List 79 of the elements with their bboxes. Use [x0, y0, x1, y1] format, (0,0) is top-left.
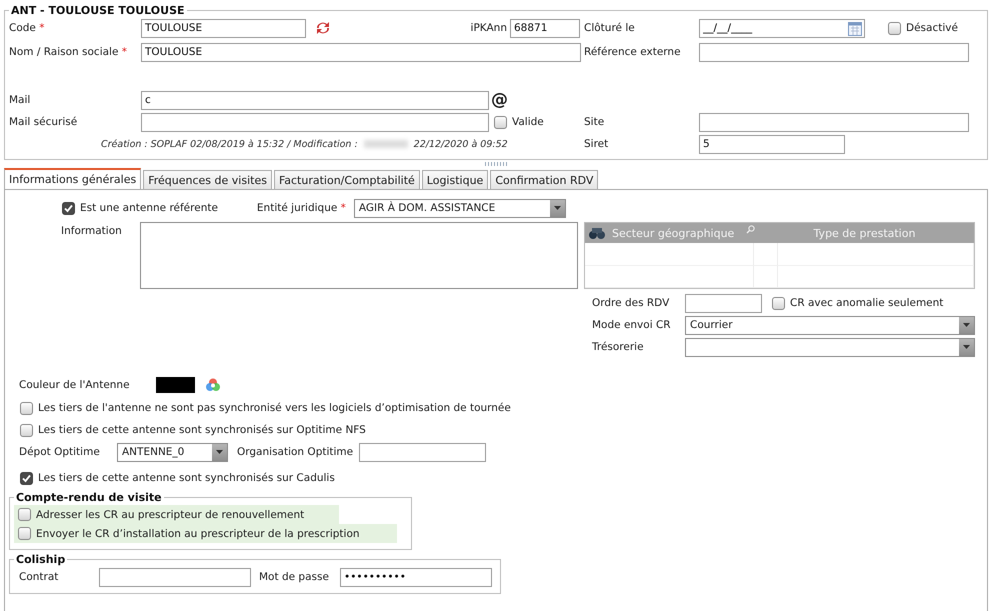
checkbox[interactable] — [772, 296, 785, 310]
checkbox[interactable] — [20, 472, 33, 484]
checkbox-label: Envoyer le CR d’installation au prescripteur de la prescription — [36, 528, 360, 540]
date-field[interactable]: __/__/____ — [699, 18, 865, 38]
organisation-field[interactable] — [359, 442, 486, 462]
at-symbol[interactable]: @ — [491, 90, 508, 110]
field-label: Clôturé le — [584, 22, 636, 34]
depot-dropdown[interactable]: ANTENNE_0 — [117, 442, 228, 462]
refresh-icon[interactable] — [315, 21, 331, 35]
checkbox[interactable] — [20, 402, 33, 414]
legal-entity-dropdown[interactable]: AGIR À DOM. ASSISTANCE — [354, 198, 566, 218]
checkbox[interactable] — [62, 202, 75, 214]
checkbox-label: Les tiers de cette antenne sont synchronisés sur Optitime NFS — [38, 424, 366, 436]
site-field[interactable] — [699, 112, 969, 132]
send-mode-dropdown[interactable]: Courrier — [685, 316, 975, 334]
search-icon[interactable] — [746, 224, 755, 234]
field-label: Information — [61, 224, 123, 239]
field-label: iPKAnn — [470, 22, 508, 34]
field-label: Code * — [9, 22, 46, 34]
checkbox-label: Désactivé — [906, 22, 958, 34]
treasury-dropdown[interactable] — [685, 338, 975, 356]
name-field[interactable]: TOULOUSE — [141, 42, 581, 62]
caret-icon[interactable] — [550, 200, 565, 216]
field-label: Mot de passe — [259, 571, 330, 583]
field-label: Organisation Optitime — [237, 446, 354, 458]
calendar-icon[interactable] — [848, 20, 862, 36]
record-title: ANT - TOULOUSE TOULOUSE — [10, 4, 186, 17]
field-label: Référence externe — [584, 46, 682, 58]
checkbox-label: Est une antenne référente — [80, 202, 218, 214]
tab[interactable]: Confirmation RDV — [490, 170, 598, 189]
binoculars-icon[interactable] — [588, 226, 606, 240]
field-label: Trésorerie — [592, 341, 645, 353]
caret-icon[interactable] — [959, 316, 974, 334]
tab[interactable]: Fréquences de visites — [143, 170, 272, 189]
tab[interactable]: Logistique — [422, 170, 488, 189]
checkbox-label: Les tiers de cette antenne sont synchronisés sur Cadulis — [38, 472, 335, 484]
field-label: Nom / Raison sociale * — [9, 46, 128, 58]
caret-icon[interactable] — [212, 444, 227, 460]
code-field[interactable]: TOULOUSE — [141, 18, 306, 38]
checkbox[interactable] — [18, 527, 31, 540]
secure-mail-field[interactable] — [141, 112, 489, 132]
siret-field[interactable]: 5 — [699, 134, 845, 154]
tab[interactable]: Informations générales — [4, 168, 142, 189]
information-textarea[interactable] — [140, 222, 578, 289]
field-label: Mail sécurisé — [9, 116, 78, 128]
mail-field[interactable]: c — [141, 90, 489, 110]
color-wheel-icon[interactable] — [205, 377, 221, 393]
caret-icon[interactable] — [959, 338, 974, 356]
ipkann-field[interactable]: 68871 — [510, 18, 580, 38]
section-title: Coliship — [15, 553, 66, 566]
field-label: Entité juridique * — [256, 202, 347, 214]
tab[interactable]: Facturation/Comptabilité — [274, 170, 420, 189]
field-label: Dépot Optitime — [19, 446, 101, 458]
field-label: Ordre des RDV — [592, 297, 670, 309]
checkbox[interactable] — [18, 508, 31, 521]
checkbox-label: Les tiers de l'antenne ne sont pas synchronisé vers les logiciels d’optimisation de tournée — [38, 402, 511, 414]
field-label: Mode envoi CR — [592, 319, 672, 331]
date-input[interactable]: __/__/____ — [703, 22, 783, 34]
checkbox-label: Valide — [512, 116, 544, 128]
splitter-grip[interactable] — [485, 162, 507, 166]
external-reference-field[interactable] — [699, 42, 969, 62]
field-label: Site — [584, 116, 606, 128]
checkbox[interactable] — [494, 116, 507, 128]
color-swatch[interactable] — [156, 377, 195, 393]
field-label: Mail — [9, 94, 32, 106]
contract-field[interactable] — [99, 568, 251, 586]
checkbox[interactable] — [20, 424, 33, 436]
field-label: Siret — [584, 138, 610, 150]
checkbox[interactable] — [888, 22, 901, 34]
appointment-order-field[interactable] — [685, 294, 762, 312]
modification-date: 22/12/2020 à 09:52 — [414, 138, 508, 150]
checkbox-label: CR avec anomalie seulement — [790, 297, 944, 309]
creation-info: Création : SOPLAF 02/08/2019 à 15:32 / Modification : — [101, 138, 358, 150]
checkbox-label: Adresser les CR au prescripteur de renouvellement — [36, 508, 304, 520]
blurred-text — [364, 140, 408, 148]
field-label: Couleur de l'Antenne — [19, 379, 131, 391]
section-title: Compte-rendu de visite — [15, 491, 163, 504]
field-label: Contrat — [19, 571, 60, 583]
password-field[interactable]: •••••••••• — [340, 568, 492, 586]
